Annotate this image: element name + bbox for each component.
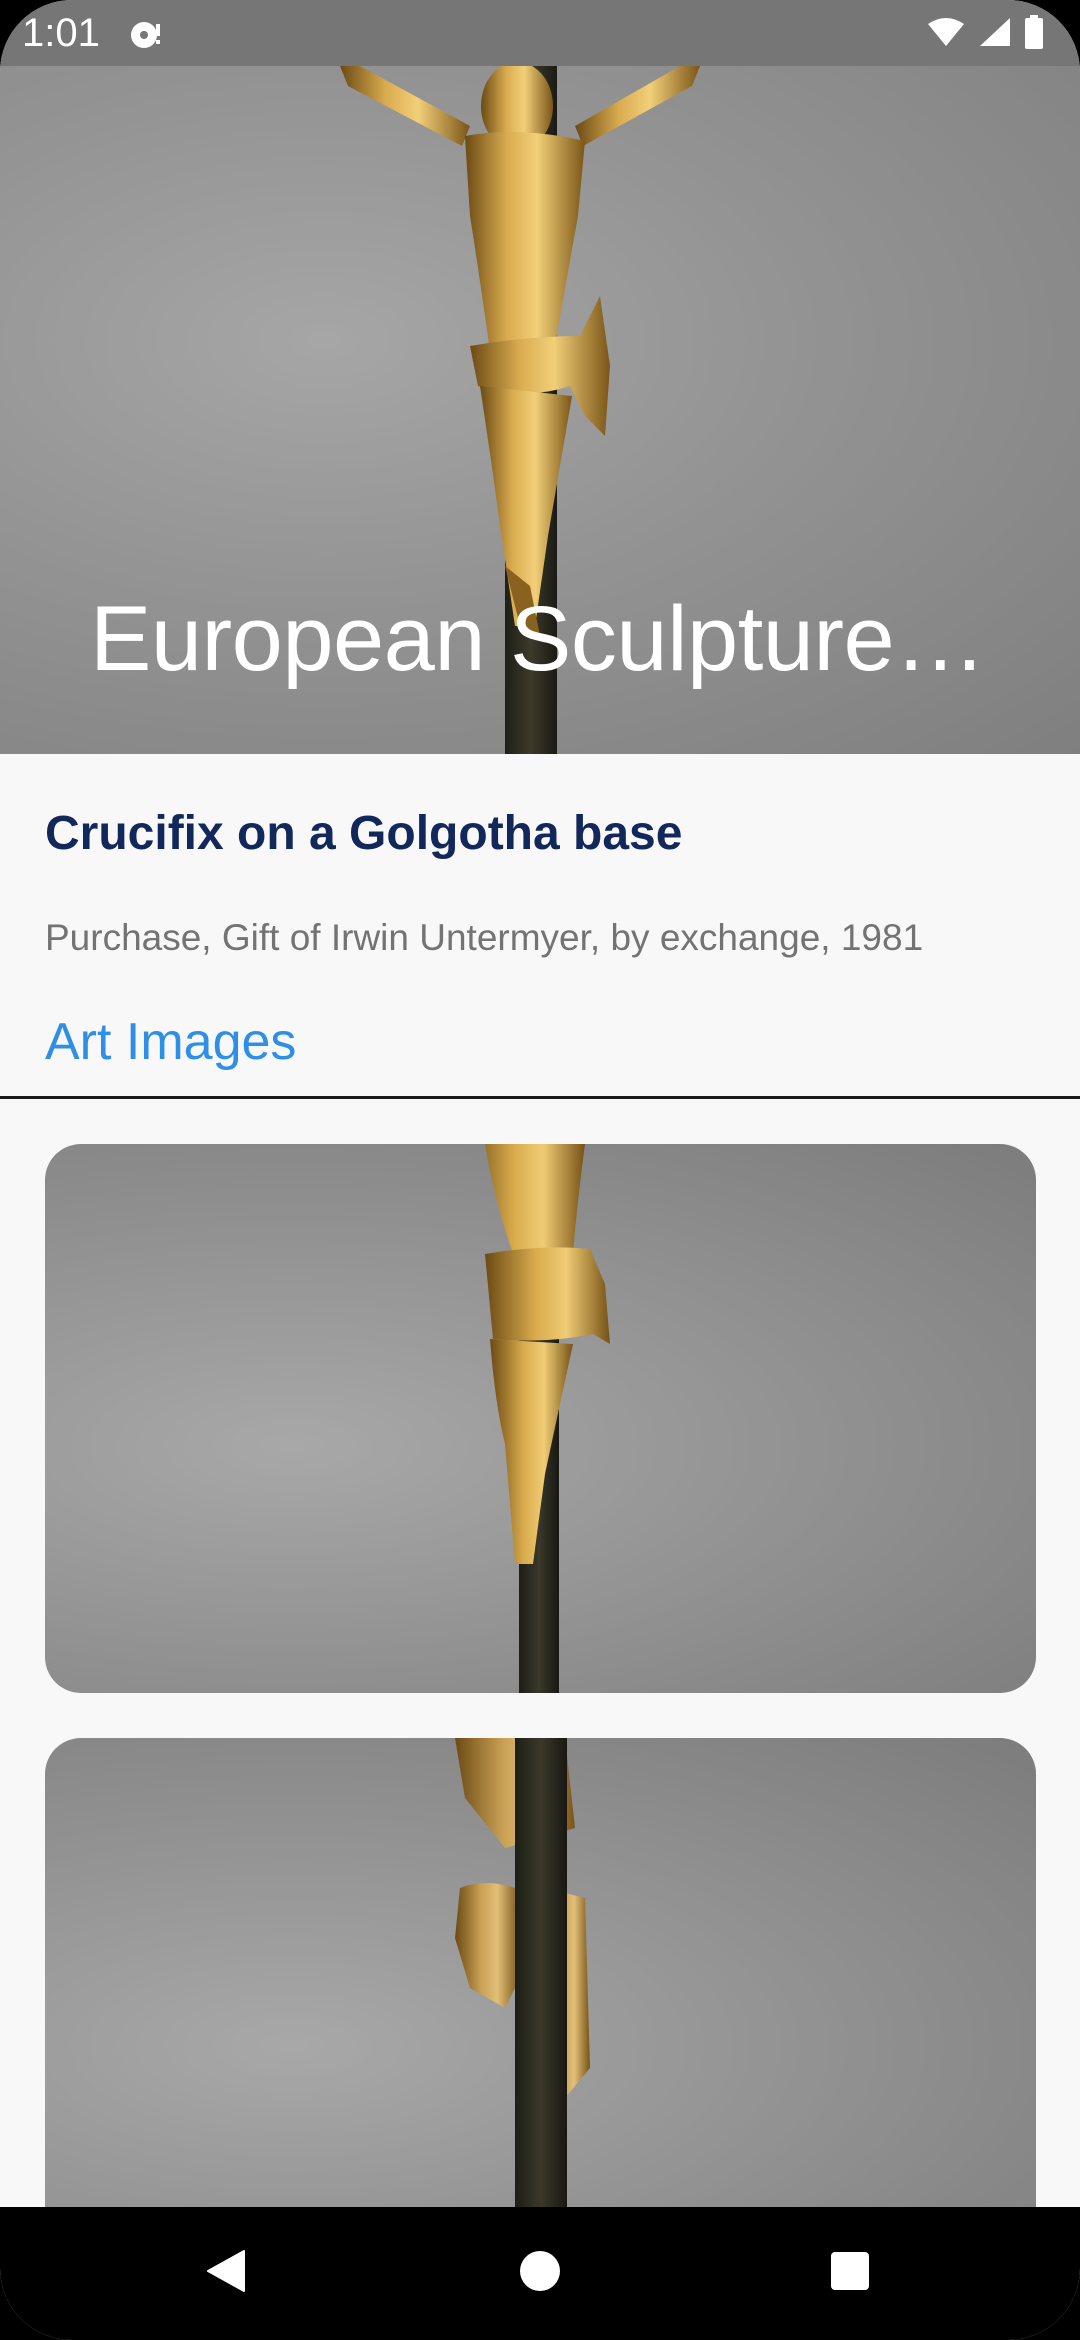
status-time: 1:01 xyxy=(22,11,100,55)
hero-image: European Sculpture… xyxy=(0,66,1080,754)
back-button[interactable] xyxy=(156,2207,296,2340)
artwork-info: Crucifix on a Golgotha base Purchase, Gi… xyxy=(0,754,1080,1098)
crucifix-image-icon xyxy=(465,1144,610,1693)
battery-icon xyxy=(1024,14,1044,54)
artwork-title: Crucifix on a Golgotha base xyxy=(45,807,683,860)
status-bar: 1:01 xyxy=(0,0,1080,66)
divider xyxy=(0,1096,1080,1099)
art-images-heading: Art Images xyxy=(45,1013,297,1071)
app-screen: 1:01 European Sculpture… Crucifix on a G… xyxy=(0,0,1080,2340)
notification-icon xyxy=(128,16,164,52)
hero-title: European Sculpture… xyxy=(90,588,986,690)
credit-line: Purchase, Gift of Irwin Untermyer, by ex… xyxy=(45,917,924,958)
recents-icon xyxy=(830,2251,870,2296)
status-icons xyxy=(926,14,1044,54)
home-button[interactable] xyxy=(470,2207,610,2340)
home-icon xyxy=(519,2250,561,2297)
back-icon xyxy=(206,2249,246,2298)
navigation-bar xyxy=(0,2207,1080,2340)
recents-button[interactable] xyxy=(780,2207,920,2340)
artwork-image-1[interactable] xyxy=(45,1144,1036,1693)
signal-icon xyxy=(978,16,1012,53)
wifi-icon xyxy=(926,16,966,53)
